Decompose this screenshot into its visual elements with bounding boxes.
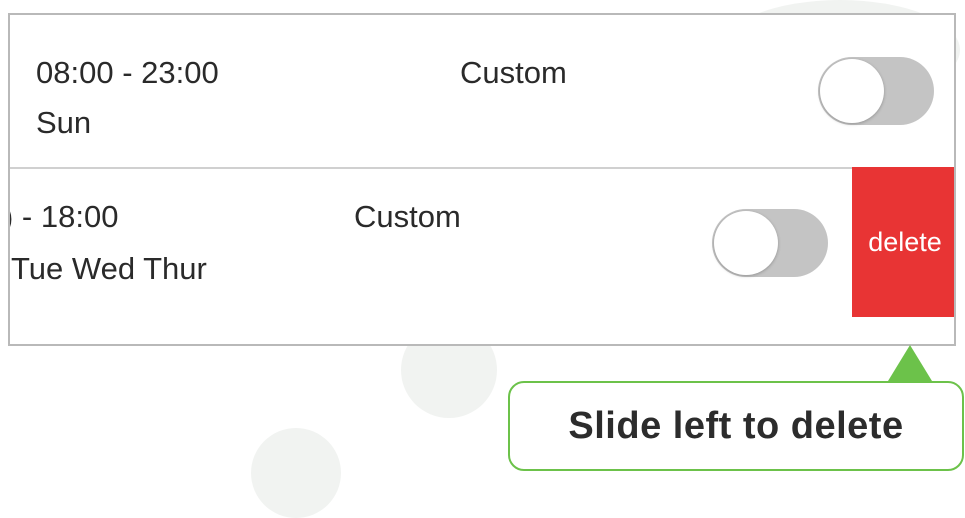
hint-text: Slide left to delete [508,381,964,471]
schedule-toggle[interactable] [712,209,828,277]
toggle-knob [714,211,778,275]
schedule-days: Tue Wed Thur [11,251,207,286]
delete-button[interactable]: delete [852,167,954,317]
schedule-time: 08:00 - 23:00 [36,55,219,90]
schedule-mode: Custom [460,55,567,90]
callout-arrow-icon [888,345,932,381]
schedule-list: 08:00 - 23:00 Sun Custom ) - 18:00 Tue W… [8,13,956,346]
schedule-time: ) - 18:00 [8,199,119,234]
schedule-toggle[interactable] [818,57,934,125]
schedule-days: Sun [36,105,92,140]
toggle-knob [820,59,884,123]
schedule-row-swiped[interactable]: ) - 18:00 Tue Wed Thur Custom delete [8,167,954,319]
hint-callout: Slide left to delete [508,345,965,479]
schedule-row[interactable]: 08:00 - 23:00 Sun Custom [10,15,954,169]
schedule-mode: Custom [354,199,461,234]
background-decoration [251,428,341,518]
